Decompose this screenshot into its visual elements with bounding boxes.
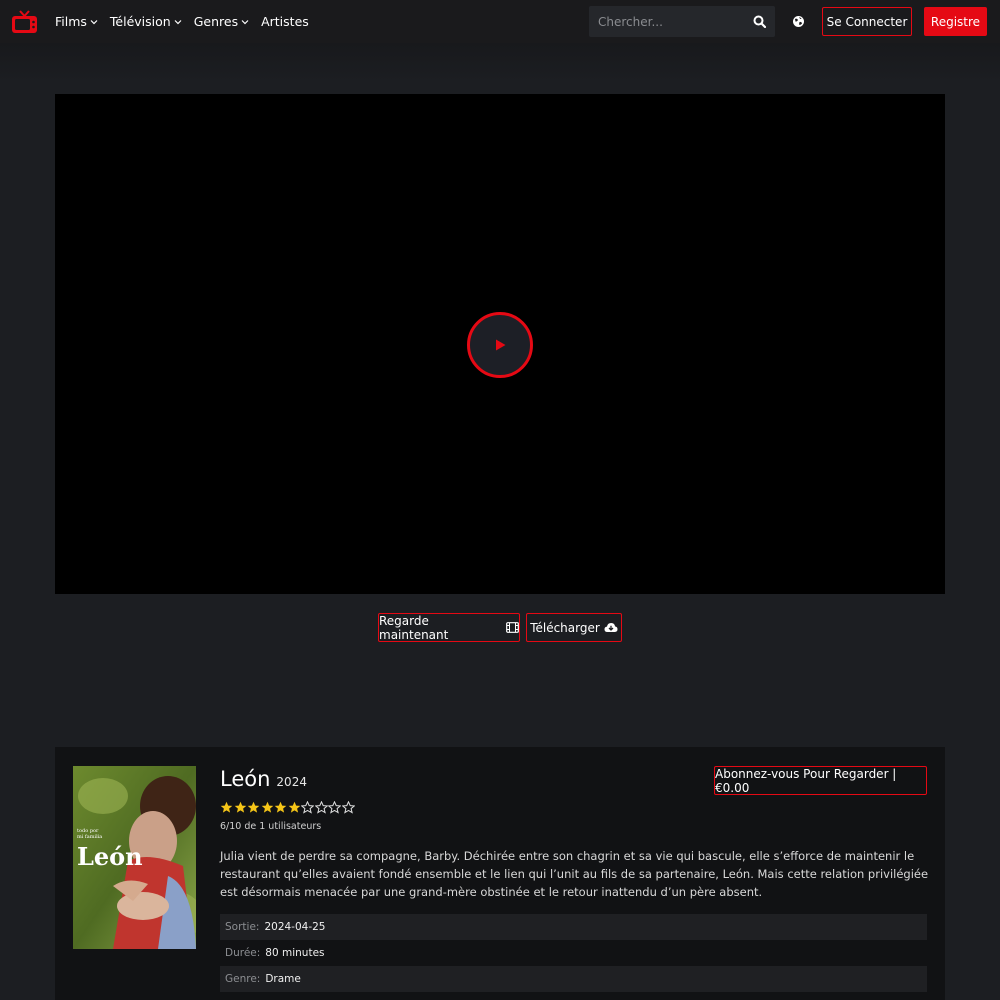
star-filled-icon[interactable] bbox=[274, 801, 287, 814]
download-label: Télécharger bbox=[530, 620, 600, 635]
meta-duration-label: Durée: bbox=[225, 947, 261, 959]
search-box bbox=[589, 6, 775, 37]
star-empty-icon[interactable] bbox=[301, 801, 314, 814]
movie-title: León bbox=[220, 767, 271, 791]
star-empty-icon[interactable] bbox=[328, 801, 341, 814]
search-icon[interactable] bbox=[753, 15, 766, 28]
chevron-down-icon bbox=[174, 19, 182, 24]
movie-poster[interactable]: todo por mi familia León bbox=[73, 766, 196, 949]
star-filled-icon[interactable] bbox=[288, 801, 301, 814]
rating-summary: 6/10 de 1 utilisateurs bbox=[220, 821, 322, 832]
main-nav: Films Télévision Genres Artistes bbox=[55, 0, 321, 43]
nav-television[interactable]: Télévision bbox=[110, 14, 182, 29]
chevron-down-icon bbox=[90, 19, 98, 24]
cloud-download-icon bbox=[604, 623, 618, 632]
star-filled-icon[interactable] bbox=[234, 801, 247, 814]
play-icon bbox=[496, 339, 506, 351]
star-empty-icon[interactable] bbox=[314, 801, 328, 814]
register-button[interactable]: Registre bbox=[924, 7, 987, 36]
meta-genre-label: Genre: bbox=[225, 973, 261, 985]
star-filled-icon[interactable] bbox=[261, 801, 274, 814]
meta-release: Sortie: 2024-04-25 bbox=[220, 914, 927, 940]
chevron-down-icon bbox=[241, 19, 249, 24]
tv-logo-icon[interactable] bbox=[11, 9, 38, 35]
watch-now-button[interactable]: Regarde maintenant bbox=[378, 613, 520, 642]
meta-release-value: 2024-04-25 bbox=[264, 921, 326, 933]
top-navbar: Films Télévision Genres Artistes Se Conn… bbox=[0, 0, 1000, 43]
meta-release-label: Sortie: bbox=[225, 921, 260, 933]
header-shadow bbox=[0, 43, 1000, 83]
subscribe-button[interactable]: Abonnez-vous Pour Regarder | €0.00 bbox=[714, 766, 927, 795]
meta-genre-value[interactable]: Drame bbox=[265, 973, 301, 985]
play-button[interactable] bbox=[467, 312, 533, 378]
movie-synopsis: Julia vient de perdre sa compagne, Barby… bbox=[220, 849, 929, 899]
meta-genre: Genre: Drame bbox=[220, 966, 927, 992]
watch-now-label: Regarde maintenant bbox=[379, 613, 449, 642]
nav-genres[interactable]: Genres bbox=[194, 14, 249, 29]
star-filled-icon[interactable] bbox=[247, 801, 260, 814]
video-player[interactable] bbox=[55, 94, 945, 594]
nav-genres-label: Genres bbox=[193, 14, 239, 29]
title-row: León 2024 bbox=[220, 767, 307, 791]
movie-year: 2024 bbox=[276, 775, 307, 789]
film-icon bbox=[506, 622, 519, 633]
star-empty-icon[interactable] bbox=[341, 801, 355, 814]
nav-artistes[interactable]: Artistes bbox=[261, 14, 309, 29]
nav-artistes-label: Artistes bbox=[261, 14, 309, 29]
nav-television-label: Télévision bbox=[109, 14, 171, 29]
poster-title: León bbox=[77, 842, 143, 871]
download-button[interactable]: Télécharger bbox=[526, 613, 622, 642]
star-filled-icon[interactable] bbox=[220, 801, 233, 814]
nav-films-label: Films bbox=[55, 14, 87, 29]
search-input[interactable] bbox=[589, 14, 739, 29]
meta-duration-value: 80 minutes bbox=[265, 947, 325, 959]
rating-stars[interactable] bbox=[220, 801, 355, 814]
meta-duration: Durée: 80 minutes bbox=[220, 940, 927, 966]
nav-films[interactable]: Films bbox=[55, 14, 98, 29]
globe-icon[interactable] bbox=[792, 15, 805, 28]
movie-info-panel: todo por mi familia León León 2024 Abonne… bbox=[55, 747, 945, 1000]
login-button[interactable]: Se Connecter bbox=[822, 7, 912, 36]
